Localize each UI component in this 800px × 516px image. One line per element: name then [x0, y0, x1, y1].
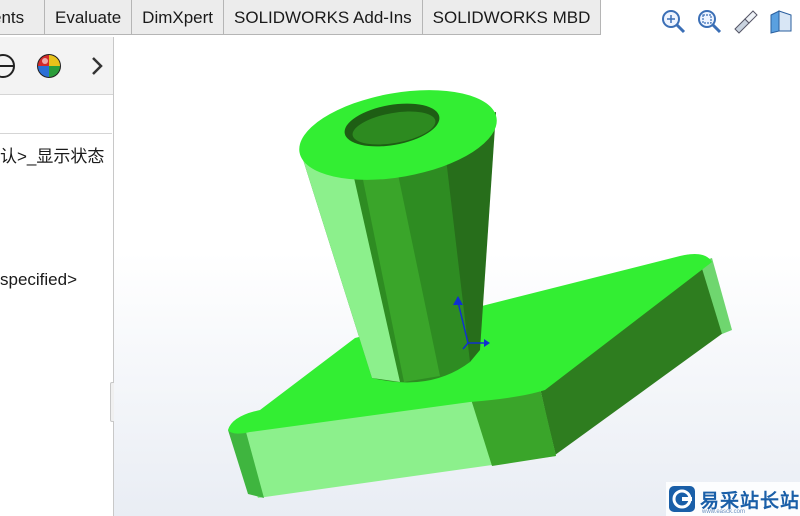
easck-logo-icon — [669, 486, 695, 512]
watermark: 易采站长站 www.easck.com — [666, 482, 800, 516]
tree-item-material[interactable]: specified> — [0, 270, 77, 290]
display-manager-icon[interactable] — [34, 51, 64, 81]
command-manager-tabs: ents Evaluate DimXpert SOLIDWORKS Add-In… — [0, 0, 602, 35]
heads-up-view-toolbar — [658, 6, 800, 36]
tab-dimxpert[interactable]: DimXpert — [132, 0, 225, 34]
command-manager-tabbar: ents Evaluate DimXpert SOLIDWORKS Add-In… — [0, 0, 800, 37]
tab-evaluate[interactable]: Evaluate — [45, 0, 133, 34]
watermark-url: www.easck.com — [702, 509, 746, 515]
previous-view-icon[interactable] — [730, 6, 760, 36]
part-model[interactable] — [114, 37, 800, 516]
section-view-icon[interactable] — [766, 6, 796, 36]
tab-sketch-ments[interactable]: ents — [0, 0, 45, 34]
feature-manager-panel: 认>_显示状态 specified> — [0, 37, 114, 516]
panel-toolbar — [0, 37, 113, 95]
zoom-to-area-icon[interactable] — [694, 6, 724, 36]
graphics-area[interactable] — [114, 37, 800, 516]
tab-solidworks-add-ins[interactable]: SOLIDWORKS Add-Ins — [224, 0, 423, 34]
zoom-to-fit-icon[interactable] — [658, 6, 688, 36]
tab-solidworks-mbd[interactable]: SOLIDWORKS MBD — [423, 0, 602, 34]
tree-filter-row[interactable] — [0, 95, 112, 134]
dimxpert-manager-icon[interactable] — [0, 51, 18, 81]
chevron-right-icon[interactable] — [82, 51, 112, 81]
tree-item-display-state[interactable]: 认>_显示状态 — [0, 142, 104, 167]
